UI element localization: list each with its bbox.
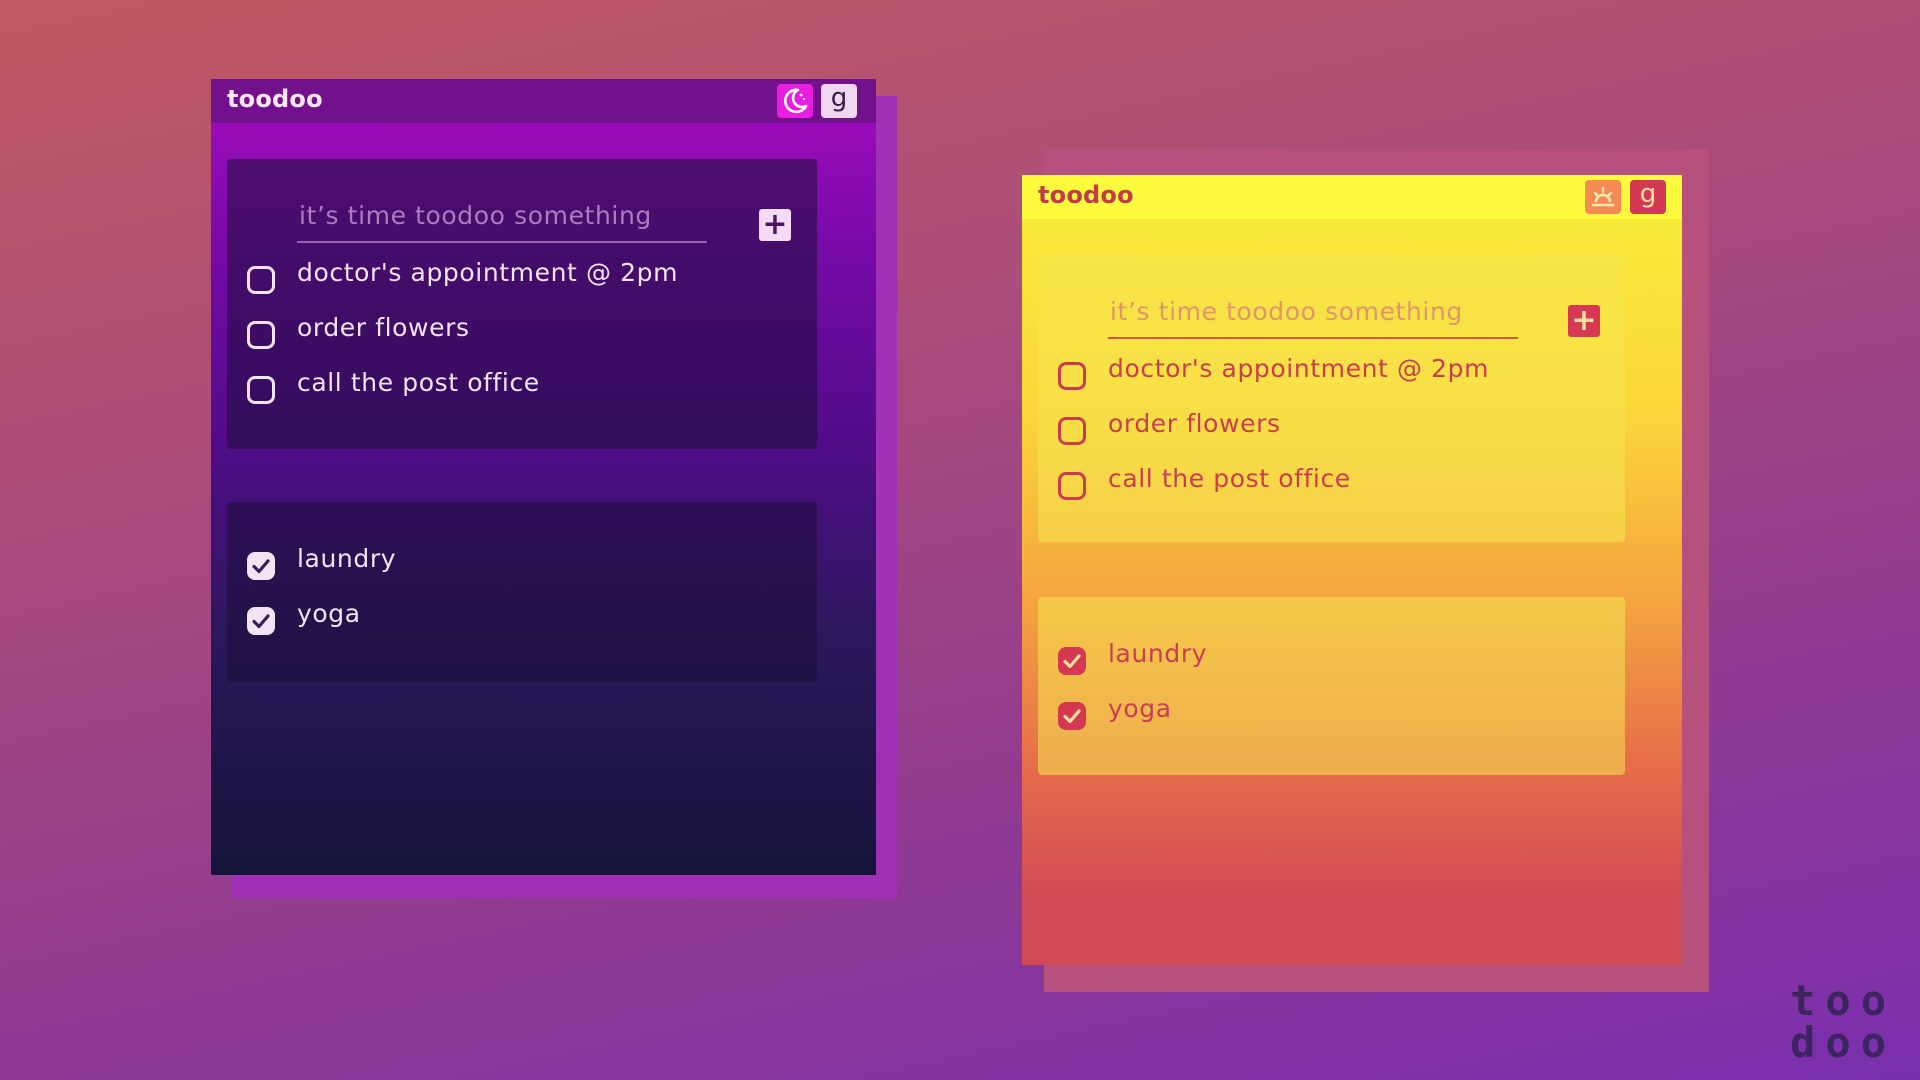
brand-logo: too doo (1790, 980, 1896, 1064)
list-item[interactable]: laundry (247, 544, 787, 584)
input-underline (1108, 337, 1518, 339)
sunrise-icon (1591, 186, 1615, 207)
completed-panel: laundry yoga (227, 502, 817, 682)
new-todo-placeholder: it’s time toodoo something (1110, 297, 1463, 326)
checkbox-unchecked[interactable] (1058, 362, 1086, 390)
checkbox-unchecked[interactable] (247, 376, 275, 404)
checkbox-checked[interactable] (247, 607, 275, 635)
checkmark-icon (1063, 709, 1081, 724)
checkbox-checked[interactable] (1058, 647, 1086, 675)
checkbox-checked[interactable] (247, 552, 275, 580)
list-item[interactable]: call the post office (247, 368, 787, 408)
checkbox-checked[interactable] (1058, 702, 1086, 730)
list-item[interactable]: doctor's appointment @ 2pm (1058, 354, 1598, 394)
todo-panel: it’s time toodoo something + doctor's ap… (227, 159, 817, 449)
theme-toggle-button[interactable] (1585, 180, 1621, 214)
title-bar[interactable]: toodoo g (1022, 175, 1682, 219)
done-label: yoga (297, 599, 361, 628)
light-theme-window: toodoo g it’s time toodoo something + do… (1022, 175, 1682, 965)
checkbox-unchecked[interactable] (247, 266, 275, 294)
g-button-label: g (830, 83, 848, 113)
theme-toggle-button[interactable] (777, 84, 813, 118)
list-item[interactable]: laundry (1058, 639, 1598, 679)
todo-label: doctor's appointment @ 2pm (297, 258, 679, 287)
brand-line-2: doo (1790, 1018, 1896, 1067)
checkmark-icon (1063, 654, 1081, 669)
todo-panel: it’s time toodoo something + doctor's ap… (1038, 255, 1625, 542)
app-title: toodoo (227, 85, 323, 113)
input-underline (297, 241, 707, 243)
todo-label: call the post office (1108, 464, 1351, 493)
new-todo-input[interactable]: it’s time toodoo something (297, 201, 707, 243)
dark-theme-window: toodoo g it’s time toodoo something + do… (211, 79, 876, 875)
todo-label: order flowers (1108, 409, 1281, 438)
list-item[interactable]: yoga (247, 599, 787, 639)
checkbox-unchecked[interactable] (1058, 472, 1086, 500)
checkmark-icon (252, 559, 270, 574)
add-todo-button[interactable]: + (759, 209, 791, 241)
checkbox-unchecked[interactable] (1058, 417, 1086, 445)
list-item[interactable]: call the post office (1058, 464, 1598, 504)
new-todo-input[interactable]: it’s time toodoo something (1108, 297, 1518, 339)
list-item[interactable]: yoga (1058, 694, 1598, 734)
brand-line-1: too (1790, 976, 1896, 1025)
todo-label: doctor's appointment @ 2pm (1108, 354, 1490, 383)
moon-icon (783, 88, 808, 114)
g-button[interactable]: g (821, 84, 857, 118)
add-todo-button[interactable]: + (1568, 305, 1600, 337)
checkmark-icon (252, 614, 270, 629)
todo-label: call the post office (297, 368, 540, 397)
list-item[interactable]: order flowers (247, 313, 787, 353)
g-button[interactable]: g (1630, 180, 1666, 214)
app-title: toodoo (1038, 181, 1134, 209)
list-item[interactable]: doctor's appointment @ 2pm (247, 258, 787, 298)
g-button-label: g (1639, 179, 1657, 209)
completed-panel: laundry yoga (1038, 597, 1625, 775)
done-label: laundry (1108, 639, 1208, 668)
title-bar[interactable]: toodoo g (211, 79, 876, 123)
done-label: yoga (1108, 694, 1172, 723)
todo-label: order flowers (297, 313, 470, 342)
checkbox-unchecked[interactable] (247, 321, 275, 349)
list-item[interactable]: order flowers (1058, 409, 1598, 449)
done-label: laundry (297, 544, 397, 573)
new-todo-placeholder: it’s time toodoo something (299, 201, 652, 230)
